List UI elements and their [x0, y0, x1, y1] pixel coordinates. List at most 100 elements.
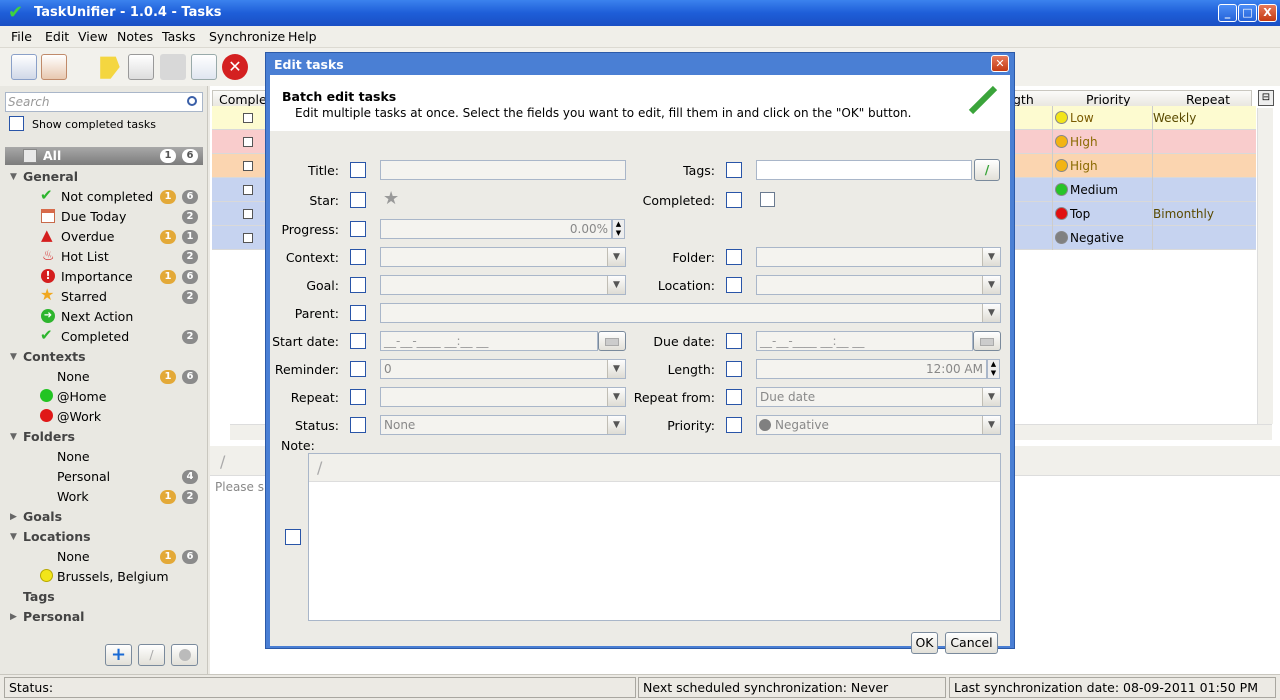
task-completed-checkbox[interactable] — [243, 113, 253, 123]
sidebar-item-due-today[interactable]: Due Today — [61, 209, 126, 224]
group-personal[interactable]: Personal — [23, 609, 84, 624]
menu-edit[interactable]: Edit — [45, 29, 69, 44]
status-checkbox[interactable] — [350, 417, 366, 433]
due-date-field[interactable]: __-__-____ __:__ __ — [756, 331, 973, 351]
group-locations[interactable]: Locations — [23, 529, 91, 544]
locations-expand-icon[interactable]: ▼ — [10, 532, 17, 542]
maximize-button[interactable]: □ — [1238, 4, 1257, 22]
reminder-select[interactable]: 0 ▼ — [380, 359, 626, 379]
dialog-close-button[interactable]: ✕ — [991, 55, 1009, 72]
cancel-button[interactable]: Cancel — [945, 632, 998, 654]
length-field[interactable]: 12:00 AM — [756, 359, 987, 379]
sidebar-item-location-none[interactable]: None — [57, 549, 90, 564]
new-task-icon[interactable] — [128, 54, 154, 80]
tags-edit-button[interactable]: / — [974, 159, 1000, 181]
close-button[interactable]: X — [1258, 4, 1277, 22]
sidebar-item-not-completed[interactable]: Not completed — [61, 189, 153, 204]
length-checkbox[interactable] — [726, 361, 742, 377]
tags-field[interactable] — [756, 160, 972, 180]
sidebar-item-folder-none[interactable]: None — [57, 449, 90, 464]
col-priority[interactable]: Priority — [1086, 92, 1131, 107]
personal-expand-icon[interactable]: ▶ — [10, 612, 17, 622]
goals-expand-icon[interactable]: ▶ — [10, 512, 17, 522]
sidebar-item-folder-work[interactable]: Work — [57, 489, 89, 504]
column-chooser-icon[interactable]: ⊟ — [1258, 90, 1274, 106]
location-checkbox[interactable] — [726, 277, 742, 293]
folder-select[interactable]: ▼ — [756, 247, 1001, 267]
menu-synchronize[interactable]: Synchronize — [209, 29, 285, 44]
context-checkbox[interactable] — [350, 249, 366, 265]
copy-icon[interactable] — [191, 54, 217, 80]
tags-checkbox[interactable] — [726, 162, 742, 178]
group-folders[interactable]: Folders — [23, 429, 75, 444]
group-tags[interactable]: Tags — [23, 589, 55, 604]
menu-tasks[interactable]: Tasks — [162, 29, 196, 44]
sidebar-item-completed[interactable]: Completed — [61, 329, 129, 344]
start-date-checkbox[interactable] — [350, 333, 366, 349]
star-icon[interactable]: ★ — [383, 188, 399, 209]
sidebar-item-work[interactable]: @Work — [57, 409, 101, 424]
sidebar-item-folder-personal[interactable]: Personal — [57, 469, 110, 484]
chevron-down-icon[interactable]: ▼ — [982, 388, 1000, 406]
sidebar-item-all[interactable]: All 1 6 — [5, 147, 203, 165]
edit-button[interactable]: / — [138, 644, 165, 666]
menu-view[interactable]: View — [78, 29, 108, 44]
add-button[interactable]: + — [105, 644, 132, 666]
due-date-checkbox[interactable] — [726, 333, 742, 349]
progress-spinner[interactable]: ▲ ▼ — [612, 219, 625, 239]
goal-checkbox[interactable] — [350, 277, 366, 293]
group-goals[interactable]: Goals — [23, 509, 62, 524]
note-editor[interactable]: / — [308, 453, 1001, 621]
minimize-button[interactable]: _ — [1218, 4, 1237, 22]
repeat-checkbox[interactable] — [350, 389, 366, 405]
repeat-from-checkbox[interactable] — [726, 389, 742, 405]
show-completed-checkbox[interactable] — [9, 116, 24, 131]
sidebar-item-brussels[interactable]: Brussels, Belgium — [57, 569, 169, 584]
sidebar-item-importance[interactable]: Importance — [61, 269, 133, 284]
chevron-down-icon[interactable]: ▼ — [982, 304, 1000, 322]
chevron-down-icon[interactable]: ▼ — [982, 248, 1000, 266]
parent-select[interactable]: ▼ — [380, 303, 1001, 323]
chevron-down-icon[interactable]: ▼ — [982, 276, 1000, 294]
parent-checkbox[interactable] — [350, 305, 366, 321]
paste-icon[interactable] — [160, 54, 186, 80]
goal-select[interactable]: ▼ — [380, 275, 626, 295]
synchronize-icon[interactable] — [11, 54, 37, 80]
repeat-from-select[interactable]: Due date ▼ — [756, 387, 1001, 407]
title-field[interactable] — [380, 160, 626, 180]
pencil-icon[interactable]: / — [317, 458, 322, 477]
search-input[interactable]: Search — [5, 92, 203, 112]
sidebar-item-overdue[interactable]: Overdue — [61, 229, 114, 244]
sidebar-item-context-none[interactable]: None — [57, 369, 90, 384]
col-length[interactable]: gth — [1013, 92, 1034, 107]
group-general[interactable]: General — [23, 169, 78, 184]
sidebar-item-hot-list[interactable]: Hot List — [61, 249, 109, 264]
completed-checkbox[interactable] — [726, 192, 742, 208]
pencil-icon[interactable]: / — [220, 452, 225, 471]
task-completed-checkbox[interactable] — [243, 161, 253, 171]
sidebar-item-starred[interactable]: Starred — [61, 289, 107, 304]
col-repeat[interactable]: Repeat — [1186, 92, 1230, 107]
col-completed[interactable]: Complet — [219, 92, 272, 107]
ok-button[interactable]: OK — [911, 632, 938, 654]
length-spinner[interactable]: ▲ ▼ — [987, 359, 1000, 379]
general-expand-icon[interactable]: ▼ — [10, 172, 17, 182]
title-checkbox[interactable] — [350, 162, 366, 178]
task-completed-checkbox[interactable] — [243, 185, 253, 195]
menu-notes[interactable]: Notes — [117, 29, 153, 44]
folder-checkbox[interactable] — [726, 249, 742, 265]
task-completed-checkbox[interactable] — [243, 137, 253, 147]
status-select[interactable]: None ▼ — [380, 415, 626, 435]
search-icon[interactable] — [187, 96, 197, 106]
due-date-picker-button[interactable] — [973, 331, 1001, 351]
sidebar-item-home[interactable]: @Home — [57, 389, 106, 404]
task-completed-checkbox[interactable] — [243, 209, 253, 219]
contexts-expand-icon[interactable]: ▼ — [10, 352, 17, 362]
sidebar-item-next-action[interactable]: Next Action — [61, 309, 133, 324]
reminder-checkbox[interactable] — [350, 361, 366, 377]
progress-field[interactable]: 0.00% — [380, 219, 612, 239]
menu-help[interactable]: Help — [288, 29, 317, 44]
folders-expand-icon[interactable]: ▼ — [10, 432, 17, 442]
tag-icon[interactable] — [100, 56, 120, 79]
repeat-select[interactable]: ▼ — [380, 387, 626, 407]
